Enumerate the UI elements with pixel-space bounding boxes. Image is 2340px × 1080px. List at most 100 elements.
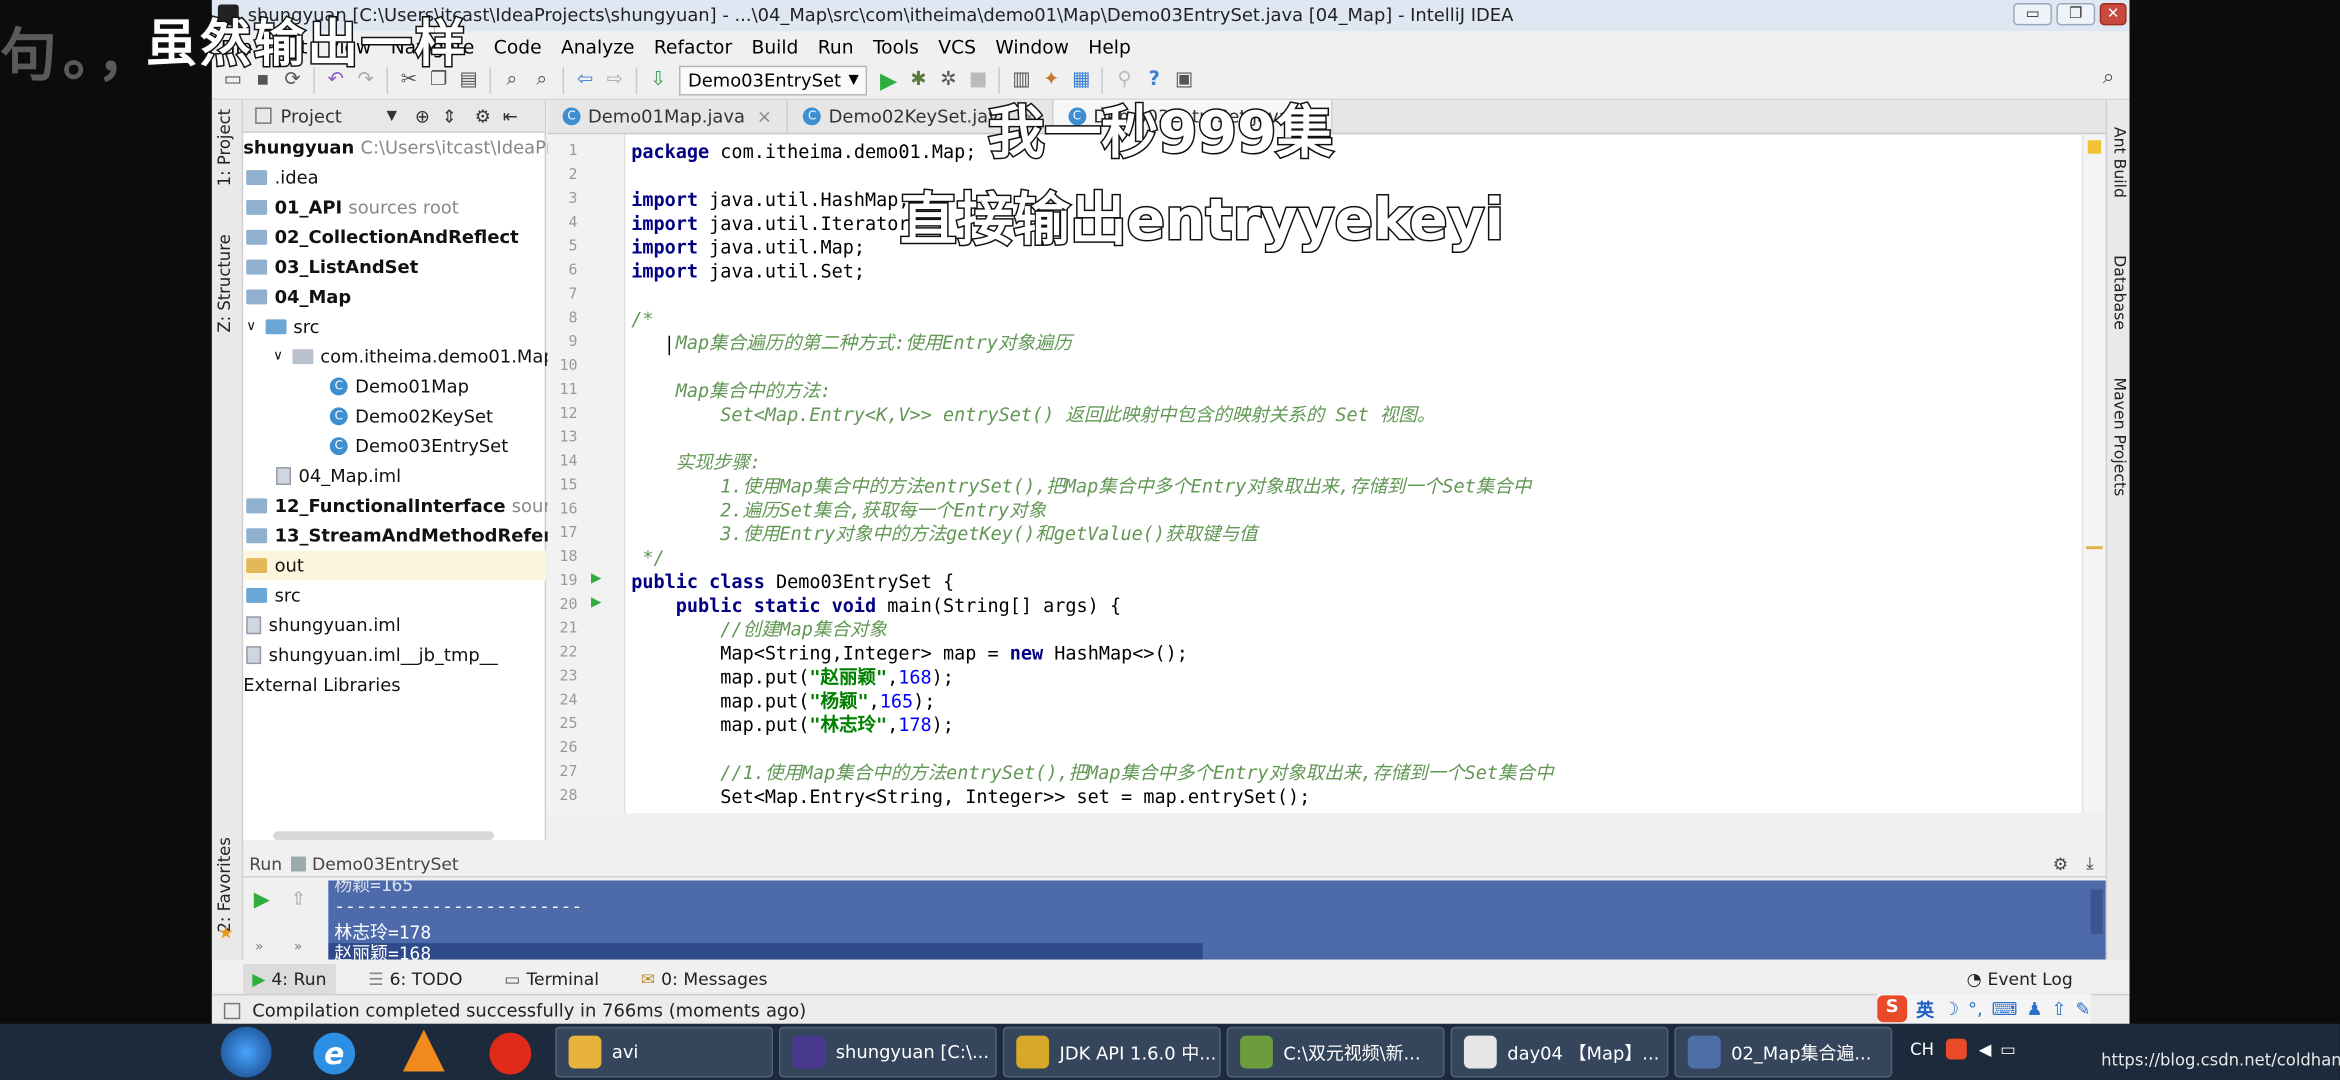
tree-item-idea[interactable]: .idea (246, 163, 319, 193)
tray-language[interactable]: CH (1910, 1039, 1934, 1058)
run-icon[interactable]: ▶ (874, 65, 904, 95)
menu-refactor[interactable]: Refactor (654, 35, 732, 57)
run-main-icon[interactable]: ▶ (591, 595, 601, 610)
minimize-button[interactable]: ▭ (2013, 2, 2052, 26)
tree-item-module[interactable]: 03_ListAndSet (246, 252, 418, 282)
debug-icon[interactable]: ✱ (904, 65, 934, 95)
taskbar-item-video[interactable]: C:\双元视频\新... (1226, 1026, 1445, 1078)
tree-item-class[interactable]: C Demo01Map (329, 372, 469, 402)
collapse-icon[interactable]: ⇕ (442, 105, 457, 126)
tree-item-external-libraries[interactable]: External Libraries (243, 670, 400, 700)
tree-item-module[interactable]: 01_API sources root (246, 193, 459, 223)
taskbar-item-map[interactable]: 02_Map集合遍... (1674, 1026, 1893, 1078)
expand-icon[interactable]: » (294, 940, 302, 955)
gear-icon[interactable]: ⚙ (2053, 853, 2068, 874)
console-scrollbar[interactable] (2090, 889, 2103, 935)
record-icon[interactable] (489, 1032, 532, 1075)
editor-scrollbar[interactable] (2081, 134, 2106, 814)
console-output[interactable]: 杨颖=165 ----------------------- 林志玲=178 赵… (328, 880, 2106, 960)
start-button[interactable] (220, 1026, 272, 1078)
user-icon[interactable]: ♟ (2026, 998, 2042, 1019)
tab-messages[interactable]: ✉ 0: Messages (632, 964, 777, 994)
find-icon[interactable]: ⌕ (497, 65, 527, 95)
restore-button[interactable]: ❐ (2056, 2, 2096, 26)
coverage-icon[interactable]: ✲ (933, 65, 963, 95)
tree-item-out[interactable]: out (243, 550, 547, 581)
horizontal-scrollbar[interactable] (273, 831, 494, 841)
replace-icon[interactable]: ⌕ (527, 65, 557, 95)
run-config-select[interactable]: Demo03EntrySet ▼ (678, 64, 868, 95)
forward-icon[interactable]: ⇨ (600, 65, 630, 95)
menu-vcs[interactable]: VCS (938, 35, 976, 57)
menu-help[interactable]: Help (1088, 35, 1131, 57)
tab-run[interactable]: ▶ 4: Run (243, 964, 336, 994)
tree-item-class[interactable]: C Demo02KeySet (329, 401, 493, 431)
expand-icon[interactable]: » (255, 940, 263, 955)
structure-tool-tab[interactable]: Z: Structure (215, 234, 234, 332)
locate-icon[interactable]: ⊕ (415, 105, 430, 126)
network-icon[interactable]: ▭ (2000, 1039, 2016, 1058)
run-panel-config[interactable]: Demo03EntrySet (312, 853, 459, 874)
sogou-logo-icon[interactable]: S (1877, 995, 1908, 1023)
tree-item-src[interactable]: src (246, 581, 301, 611)
tree-item-module[interactable]: 02_CollectionAndReflect (246, 222, 519, 252)
tree-item-class[interactable]: C Demo03EntrySet (329, 431, 508, 461)
taskbar-item-jdk-api[interactable]: JDK API 1.6.0 中... (1002, 1026, 1221, 1078)
hide-panel-icon[interactable]: ⤓ (2086, 852, 2094, 874)
event-log-button[interactable]: ◔ Event Log (1958, 964, 2082, 994)
maven-projects-tab[interactable]: Maven Projects (2110, 378, 2128, 497)
taskbar-item-idea[interactable]: shungyuan [C:\... (778, 1026, 997, 1078)
run-class-icon[interactable]: ▶ (591, 572, 601, 587)
menu-window[interactable]: Window (995, 35, 1069, 57)
hide-icon[interactable]: ⇤ (503, 105, 518, 126)
tree-item-file[interactable]: 04_Map.iml (276, 461, 401, 491)
moon-icon[interactable]: ☽ (1943, 998, 1959, 1019)
menu-code[interactable]: Code (494, 35, 542, 57)
project-view-select[interactable]: Project (281, 105, 342, 126)
taskbar-item-day04[interactable]: day04 【Map】... (1450, 1026, 1669, 1078)
code-line: public class Demo03EntrySet { (631, 570, 955, 593)
ime-language[interactable]: 英 (1916, 996, 1934, 1021)
module-icon (246, 199, 268, 215)
sogou-tray-icon[interactable] (1945, 1038, 1967, 1060)
subtitle-danmaku-1: 我一秒999集 (986, 98, 1334, 167)
run-panel-label: Run (249, 852, 283, 874)
menu-tools[interactable]: Tools (873, 35, 919, 57)
database-tab[interactable]: Database (2110, 255, 2128, 330)
tree-item-root[interactable]: shungyuan C:\Users\itcast\IdeaProj (243, 133, 568, 163)
vlc-icon[interactable] (402, 1029, 445, 1072)
menu-analyze[interactable]: Analyze (561, 35, 635, 57)
project-tool-tab[interactable]: 1: Project (215, 109, 234, 186)
tab-todo[interactable]: ☰ 6: TODO (359, 964, 471, 994)
text-cursor (668, 335, 671, 356)
rerun-icon[interactable]: ▶ (254, 888, 270, 912)
close-button[interactable]: ✕ (2099, 2, 2127, 26)
punct-icon[interactable]: °, (1968, 998, 1983, 1019)
tab-demo01map[interactable]: C Demo01Map.java × (548, 99, 789, 134)
keyboard-icon[interactable]: ⌨ (1992, 998, 2018, 1019)
scroll-up-icon[interactable]: ⇧ (291, 888, 306, 909)
favorites-tool-tab[interactable]: 2: Favorites (215, 837, 234, 932)
close-icon[interactable]: × (757, 106, 772, 127)
gear-icon[interactable]: ⚙ (475, 105, 491, 126)
tree-item-package[interactable]: ∨ com.itheima.demo01.Map (273, 342, 555, 372)
wrench-icon[interactable]: ✎ (2075, 998, 2090, 1019)
ie-icon[interactable]: e (313, 1032, 356, 1075)
taskbar-item-avi[interactable]: avi (555, 1026, 774, 1078)
upload-icon[interactable]: ⇧ (2051, 998, 2066, 1019)
tree-item-module[interactable]: 12_FunctionalInterface sources (246, 491, 581, 521)
tree-item-module[interactable]: 04_Map (246, 282, 351, 312)
tree-item-file[interactable]: shungyuan.iml (246, 610, 401, 640)
tree-item-src[interactable]: ∨ src (246, 312, 319, 342)
back-icon[interactable]: ⇦ (570, 65, 600, 95)
make-icon[interactable]: ⇩ (643, 65, 673, 95)
search-everywhere-icon[interactable]: ⌕ (2103, 66, 2115, 90)
menu-build[interactable]: Build (752, 35, 799, 57)
tree-item-file[interactable]: shungyuan.iml__jb_tmp__ (246, 640, 498, 670)
line-number: 19 (559, 573, 578, 590)
menu-run[interactable]: Run (818, 35, 854, 57)
event-log-icon: ◔ (1966, 968, 1982, 990)
volume-icon[interactable]: ◀ (1979, 1039, 1992, 1058)
tab-terminal[interactable]: ▭ Terminal (495, 964, 608, 994)
ant-build-tab[interactable]: Ant Build (2110, 127, 2128, 198)
